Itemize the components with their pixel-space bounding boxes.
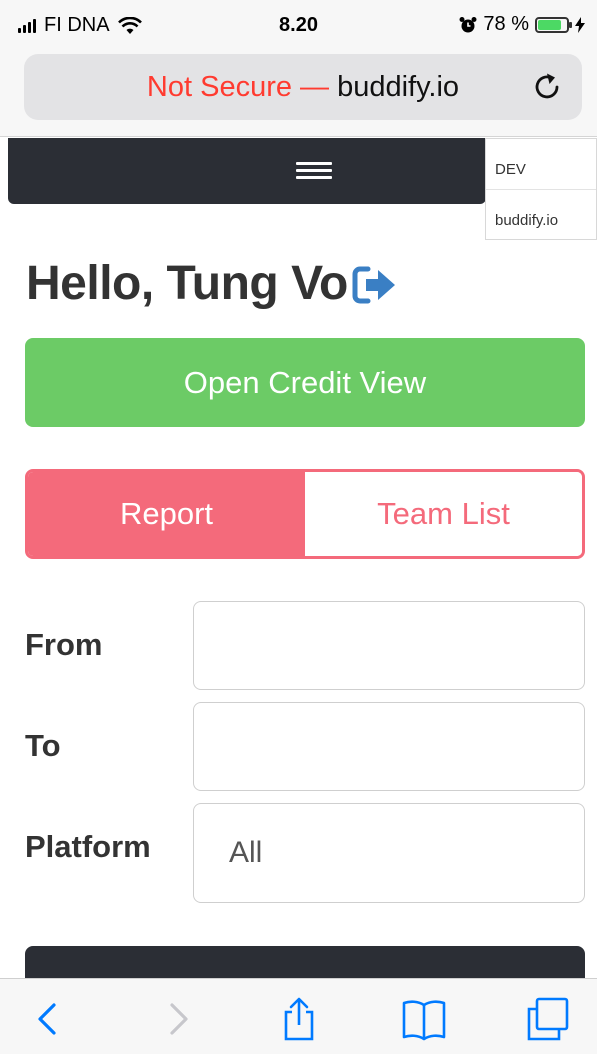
sign-out-icon[interactable]: [352, 265, 398, 305]
tab-team-list[interactable]: Team List: [305, 472, 582, 556]
page: FI DNA 8.20 78 % Not Secure — buddify.io…: [0, 0, 597, 1054]
status-right: 78 %: [459, 13, 585, 36]
hamburger-icon[interactable]: [296, 162, 332, 179]
env-label: DEV: [495, 161, 526, 178]
not-secure-label: Not Secure —: [146, 70, 330, 103]
back-icon[interactable]: [24, 997, 72, 1041]
greeting-heading: Hello, Tung Vo: [26, 256, 398, 311]
tabs-icon[interactable]: [524, 997, 572, 1041]
env-host: buddify.io: [495, 212, 559, 229]
to-label: To: [25, 728, 61, 763]
share-icon[interactable]: [275, 997, 323, 1041]
address-bar-container: Not Secure — buddify.io: [0, 50, 597, 137]
address-host: buddify.io: [337, 70, 460, 103]
battery-fill: [538, 19, 562, 30]
open-credit-view-button[interactable]: Open Credit View: [25, 338, 585, 427]
from-label: From: [25, 627, 103, 662]
battery-percent: 78 %: [483, 13, 529, 35]
address-bar[interactable]: Not Secure — buddify.io: [24, 54, 582, 120]
tab-group: Report Team List: [25, 469, 585, 559]
alarm-icon: [459, 16, 477, 32]
environment-badge: DEV buddify.io: [485, 138, 597, 240]
to-input[interactable]: [193, 702, 585, 791]
greeting-text: Hello, Tung Vo: [26, 257, 348, 310]
site-navbar: [8, 138, 486, 204]
platform-select[interactable]: All: [193, 803, 585, 903]
forward-icon[interactable]: [154, 997, 202, 1041]
platform-label: Platform: [25, 829, 151, 864]
tab-report[interactable]: Report: [28, 472, 305, 556]
charging-icon: [575, 16, 585, 33]
bookmarks-icon[interactable]: [400, 997, 448, 1041]
status-bar: FI DNA 8.20 78 %: [0, 0, 597, 50]
battery-icon: [535, 16, 572, 33]
platform-selected-value: All: [229, 836, 263, 869]
browser-toolbar: [0, 978, 597, 1054]
reload-icon[interactable]: [530, 70, 564, 104]
from-input[interactable]: [193, 601, 585, 690]
